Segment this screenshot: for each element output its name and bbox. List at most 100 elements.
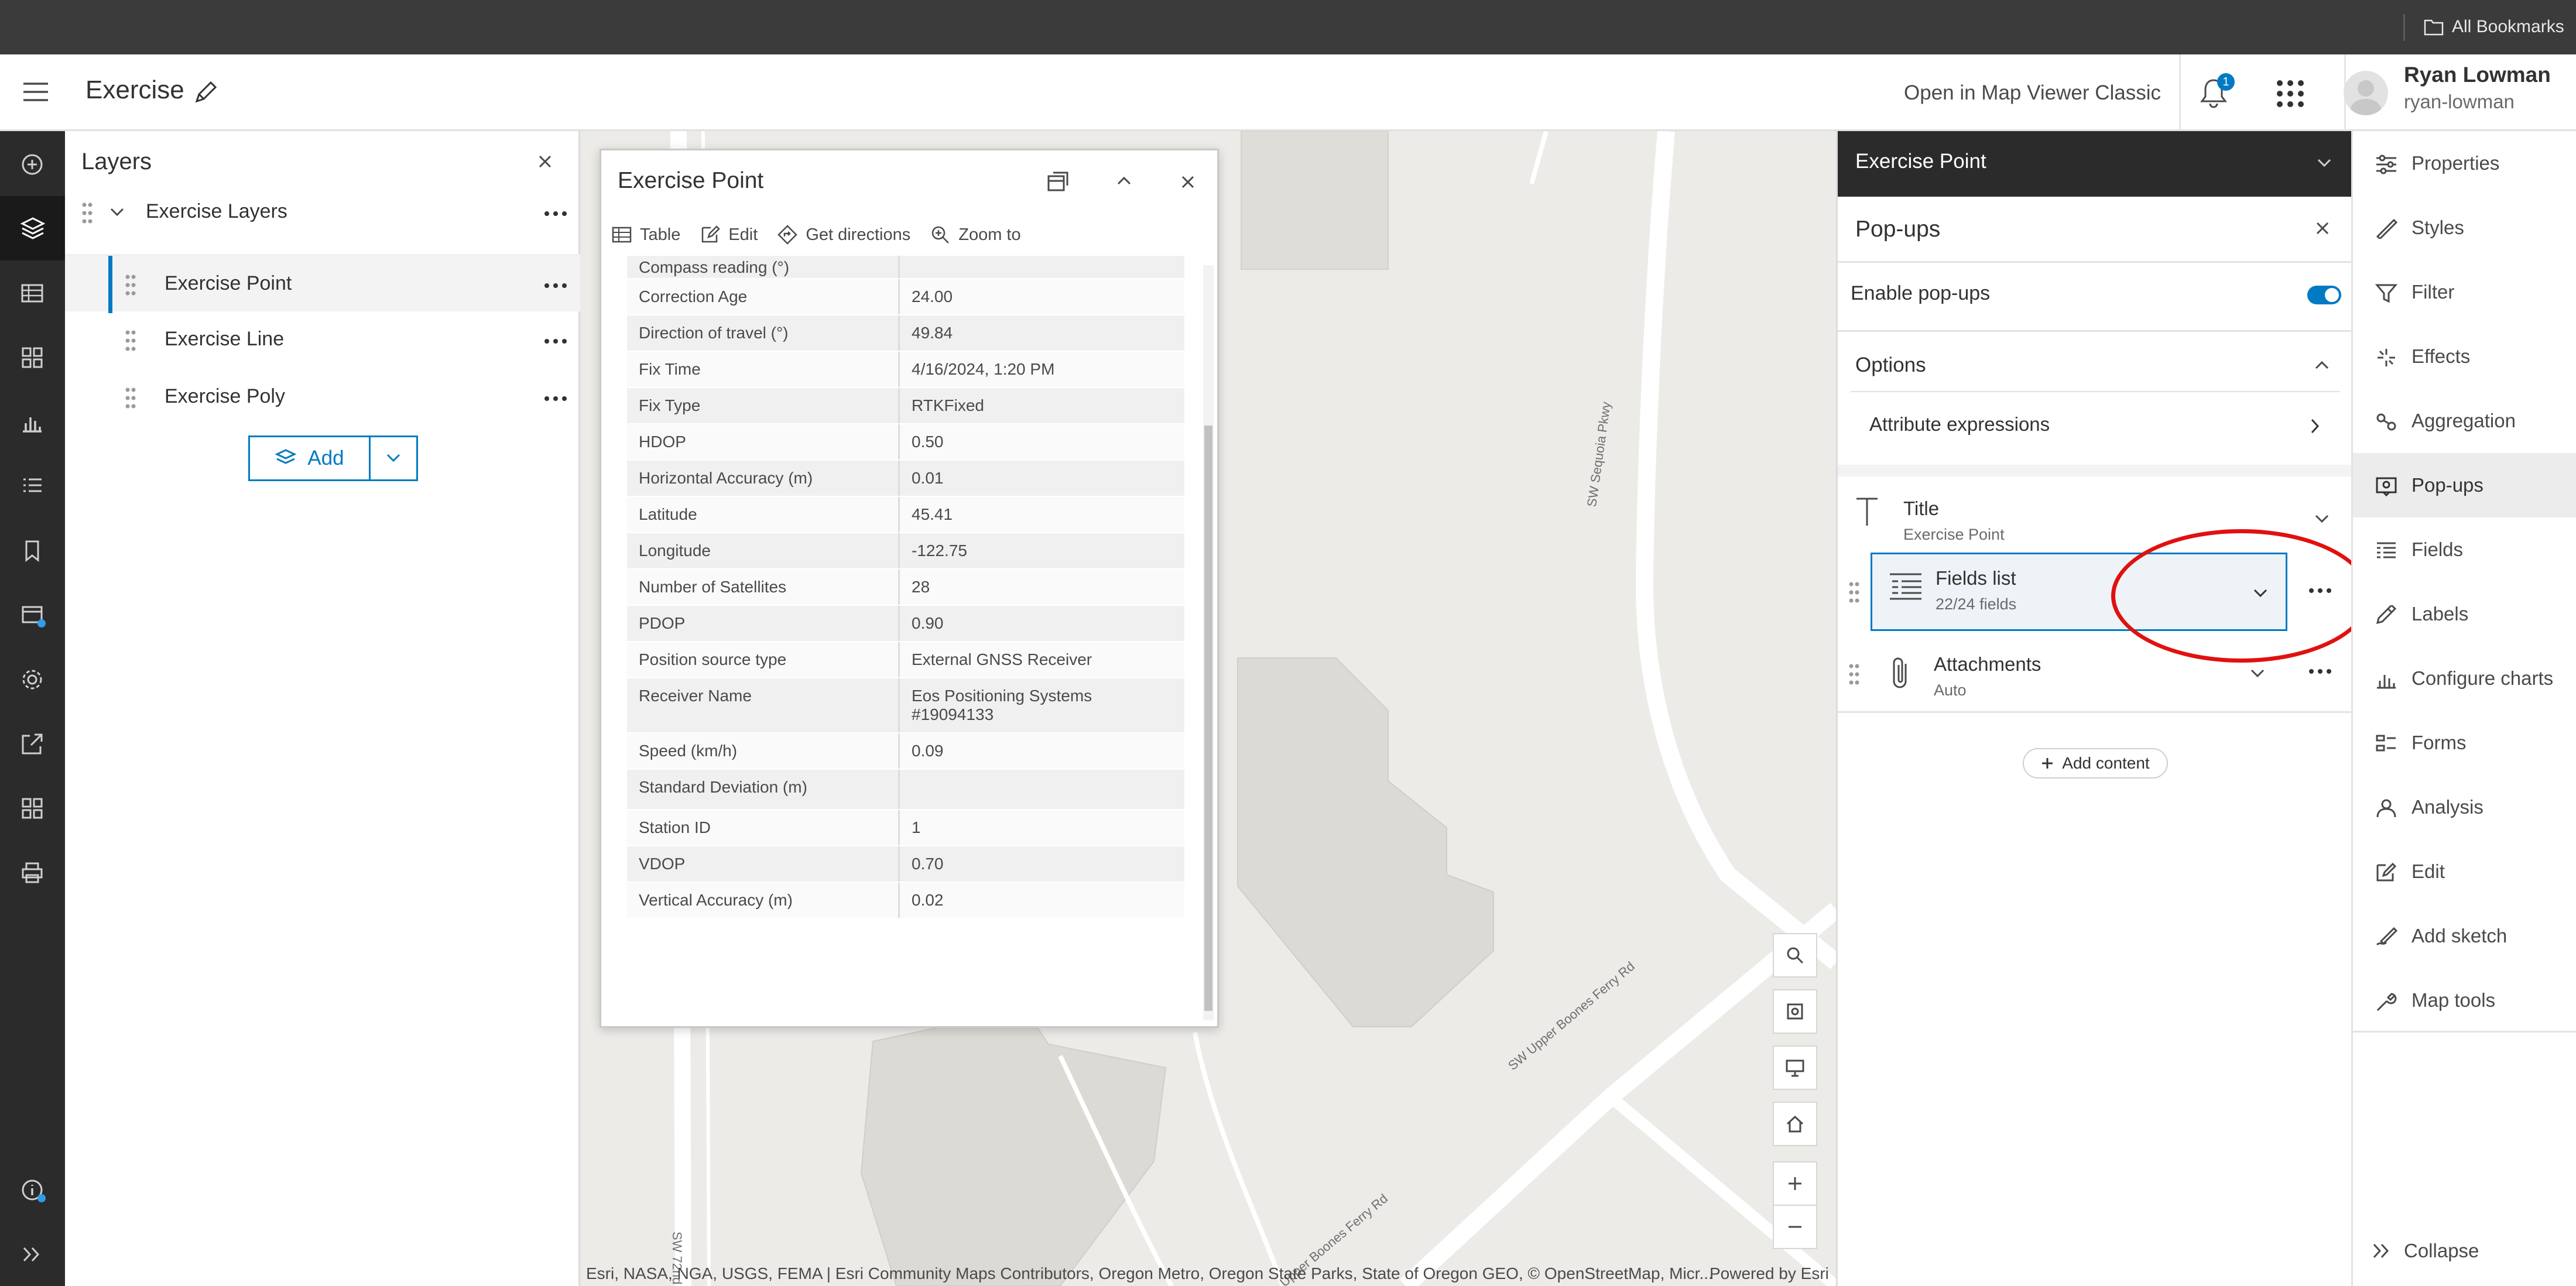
table-row: Station ID 1	[627, 810, 1184, 846]
attribute-expressions-button[interactable]: Attribute expressions	[1869, 413, 2050, 435]
rail-item-map-tools[interactable]: Map tools	[2353, 968, 2576, 1033]
chevron-down-icon[interactable]	[2317, 158, 2332, 169]
dock-icon[interactable]	[1046, 170, 1070, 193]
layer-group-row[interactable]: Exercise Layers	[65, 184, 580, 241]
info-icon[interactable]	[19, 1177, 46, 1203]
add-layer-button[interactable]: Add	[248, 435, 418, 481]
chevron-right-icon[interactable]	[2310, 418, 2320, 434]
collapse-label: Collapse	[2404, 1240, 2479, 1261]
tables-icon[interactable]	[19, 280, 46, 307]
home-icon	[1786, 1115, 1804, 1133]
layer-item-exercise-line[interactable]: Exercise Line	[65, 311, 580, 369]
zoom-to-action[interactable]: Zoom to	[930, 225, 1021, 245]
close-icon[interactable]	[538, 155, 552, 169]
layers-icon[interactable]	[0, 196, 65, 260]
chevron-down-icon[interactable]	[2250, 668, 2265, 679]
charts-icon[interactable]	[19, 409, 46, 435]
rail-item-fields[interactable]: Fields	[2353, 517, 2576, 582]
user-avatar[interactable]	[2344, 71, 2388, 115]
add-layer-main[interactable]: Add	[250, 437, 371, 479]
zoom-out-button[interactable]	[1773, 1205, 1817, 1249]
bookmarks-icon[interactable]	[19, 537, 46, 564]
edit-title-icon[interactable]	[193, 81, 217, 105]
edit-action-label: Edit	[728, 225, 758, 244]
rail-item-edit[interactable]: Edit	[2353, 839, 2576, 904]
drag-handle-icon[interactable]	[125, 386, 136, 410]
field-value: Eos Positioning Systems #19094133	[912, 687, 1092, 723]
more-options-icon[interactable]	[544, 283, 567, 289]
layer-item-exercise-point[interactable]: Exercise Point	[65, 254, 580, 313]
more-options-icon[interactable]	[544, 338, 567, 344]
drag-handle-icon[interactable]	[1848, 663, 1860, 686]
map-search-button[interactable]	[1773, 933, 1817, 978]
rail-item-labels[interactable]: Labels	[2353, 582, 2576, 646]
rail-item-add-sketch[interactable]: Add sketch	[2353, 904, 2576, 968]
forms-icon	[2375, 734, 2397, 754]
share-map-icon[interactable]	[19, 731, 46, 757]
menu-icon[interactable]	[22, 80, 49, 104]
zoom-in-button[interactable]	[1773, 1161, 1817, 1206]
all-bookmarks-button[interactable]: All Bookmarks	[2424, 13, 2564, 41]
table-action[interactable]: Table	[612, 225, 680, 245]
create-app-icon[interactable]	[19, 795, 46, 822]
field-value: 0.02	[912, 891, 944, 909]
more-options-icon[interactable]	[544, 211, 567, 217]
powered-by-esri[interactable]: Powered by Esri	[1710, 1264, 1829, 1283]
rail-item-filter[interactable]: Filter	[2353, 260, 2576, 324]
add-layer-icon[interactable]	[19, 151, 46, 178]
home-button[interactable]	[1773, 1102, 1817, 1146]
layer-label: Exercise Point	[165, 272, 292, 294]
layer-item-exercise-poly[interactable]: Exercise Poly	[65, 369, 580, 426]
print-icon[interactable]	[19, 859, 46, 886]
legend-list-icon[interactable]	[19, 473, 46, 500]
edit-action[interactable]: Edit	[700, 225, 758, 245]
popup-scrollbar-thumb[interactable]	[1204, 426, 1212, 1011]
rail-item-styles[interactable]: Styles	[2353, 196, 2576, 260]
double-chevron-right-icon	[2373, 1243, 2389, 1258]
rail-item-configure-charts[interactable]: Configure charts	[2353, 646, 2576, 711]
rail-item-aggregation[interactable]: Aggregation	[2353, 389, 2576, 453]
chevron-up-icon[interactable]	[2314, 359, 2330, 370]
rail-item-effects[interactable]: Effects	[2353, 324, 2576, 389]
expand-icon[interactable]	[19, 1241, 46, 1268]
rail-item-popups[interactable]: Pop-ups	[2353, 453, 2576, 517]
rail-item-properties[interactable]: Properties	[2353, 131, 2576, 196]
drag-handle-icon[interactable]	[125, 273, 136, 297]
basemap-icon[interactable]	[19, 602, 46, 629]
chevron-up-icon[interactable]	[1116, 175, 1132, 186]
add-dropdown-button[interactable]	[371, 437, 416, 479]
more-options-icon[interactable]	[544, 396, 567, 402]
add-content-button[interactable]: Add content	[2023, 748, 2168, 779]
popups-icon	[2375, 476, 2397, 496]
close-icon[interactable]	[1181, 175, 1195, 189]
divider	[1838, 261, 2353, 263]
user-name[interactable]: Ryan Lowman	[2404, 63, 2551, 87]
field-value: 28	[912, 578, 930, 596]
collapse-button[interactable]: Collapse	[2372, 1240, 2479, 1262]
chevron-down-icon[interactable]	[2314, 514, 2330, 524]
drag-handle-icon[interactable]	[1848, 581, 1860, 604]
app-launcher-icon[interactable]	[2276, 79, 2305, 108]
left-action-bar	[0, 131, 65, 1286]
directions-action-label: Get directions	[806, 225, 911, 244]
rail-item-forms[interactable]: Forms	[2353, 711, 2576, 775]
close-icon[interactable]	[2315, 221, 2330, 235]
options-section-label[interactable]: Options	[1855, 354, 1926, 377]
measure-button[interactable]	[1773, 989, 1817, 1034]
selected-layer-header[interactable]: Exercise Point	[1838, 131, 2353, 197]
directions-action[interactable]: Get directions	[777, 225, 910, 245]
field-value	[900, 256, 1184, 278]
drag-handle-icon[interactable]	[125, 329, 136, 352]
table-row: PDOP 0.90	[627, 606, 1184, 642]
chevron-down-icon[interactable]	[109, 207, 125, 218]
map-properties-icon[interactable]	[19, 666, 46, 693]
more-options-icon[interactable]	[2308, 668, 2332, 674]
notification-badge: 1	[2217, 73, 2235, 91]
open-in-classic-link[interactable]: Open in Map Viewer Classic	[1904, 81, 2161, 105]
present-button[interactable]	[1773, 1045, 1817, 1090]
rail-item-analysis[interactable]: Analysis	[2353, 775, 2576, 839]
legend-icon[interactable]	[19, 344, 46, 371]
rail-label: Labels	[2411, 603, 2469, 625]
field-value: 4/16/2024, 1:20 PM	[912, 360, 1055, 378]
drag-handle-icon[interactable]	[81, 201, 93, 225]
